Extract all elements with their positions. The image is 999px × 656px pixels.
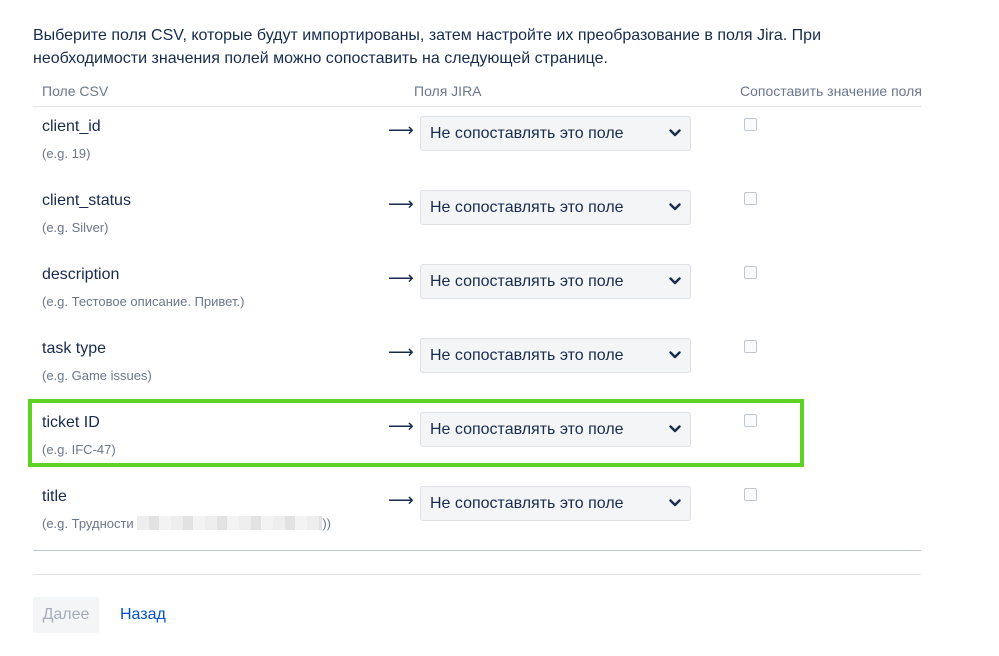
csv-field-example: (e.g. IFC-47): [42, 442, 116, 457]
redacted-text: [137, 516, 323, 530]
jira-field-select[interactable]: Не сопоставлять это поле: [420, 190, 691, 225]
header-divider: [33, 106, 921, 107]
footer-divider: [33, 574, 921, 575]
csv-field-example: (e.g. Game issues): [42, 368, 152, 383]
select-value: Не сопоставлять это поле: [430, 199, 624, 216]
select-value: Не сопоставлять это поле: [430, 495, 624, 512]
map-value-checkbox[interactable]: [744, 340, 757, 353]
csv-field-name: task type: [42, 340, 107, 357]
csv-field-example: (e.g. Silver): [42, 220, 109, 235]
jira-field-select[interactable]: Не сопоставлять это поле: [420, 264, 691, 299]
mapping-row-task-type: task type (e.g. Game issues) ⟶ Не сопост…: [33, 330, 921, 404]
map-value-checkbox[interactable]: [744, 118, 757, 131]
mapping-row-client-id: client_id (e.g. 19) ⟶ Не сопоставлять эт…: [33, 108, 921, 182]
csv-field-name: description: [42, 266, 120, 283]
mapping-row-title: title (e.g. Трудности )) ⟶ Не сопоставля…: [33, 478, 921, 552]
table-bottom-divider: [33, 550, 921, 551]
next-button[interactable]: Далее: [33, 597, 99, 633]
arrow-icon: ⟶: [388, 342, 414, 362]
mapping-row-ticket-id: ticket ID (e.g. IFC-47) ⟶ Не сопоставлят…: [33, 404, 921, 478]
csv-field-name: ticket ID: [42, 414, 100, 431]
chevron-down-icon: [669, 203, 681, 211]
select-value: Не сопоставлять это поле: [430, 273, 624, 290]
chevron-down-icon: [669, 351, 681, 359]
example-suffix: )): [322, 516, 331, 531]
csv-field-name: client_status: [42, 192, 131, 209]
csv-field-example: (e.g. 19): [42, 146, 91, 161]
map-value-checkbox[interactable]: [744, 192, 757, 205]
example-prefix: (e.g. Трудности: [42, 516, 134, 531]
arrow-icon: ⟶: [388, 490, 414, 510]
csv-field-example: (e.g. Трудности )): [42, 516, 331, 531]
chevron-down-icon: [669, 499, 681, 507]
chevron-down-icon: [669, 129, 681, 137]
jira-field-select[interactable]: Не сопоставлять это поле: [420, 116, 691, 151]
jira-field-select[interactable]: Не сопоставлять это поле: [420, 412, 691, 447]
map-value-checkbox[interactable]: [744, 266, 757, 279]
intro-text: Выберите поля CSV, которые будут импорти…: [33, 27, 822, 67]
mapping-row-description: description (e.g. Тестовое описание. При…: [33, 256, 921, 330]
header-jira-fields: Поля JIRA: [414, 83, 482, 99]
arrow-icon: ⟶: [388, 194, 414, 214]
chevron-down-icon: [669, 277, 681, 285]
select-value: Не сопоставлять это поле: [430, 421, 624, 438]
select-value: Не сопоставлять это поле: [430, 347, 624, 364]
map-value-checkbox[interactable]: [744, 488, 757, 501]
jira-field-select[interactable]: Не сопоставлять это поле: [420, 338, 691, 373]
back-link[interactable]: Назад: [120, 606, 166, 624]
arrow-icon: ⟶: [388, 120, 414, 140]
arrow-icon: ⟶: [388, 416, 414, 436]
select-value: Не сопоставлять это поле: [430, 125, 624, 142]
csv-field-name: client_id: [42, 118, 101, 135]
map-value-checkbox[interactable]: [744, 414, 757, 427]
header-csv-field: Поле CSV: [42, 83, 109, 99]
mapping-row-client-status: client_status (e.g. Silver) ⟶ Не сопоста…: [33, 182, 921, 256]
csv-field-name: title: [42, 488, 67, 505]
arrow-icon: ⟶: [388, 268, 414, 288]
chevron-down-icon: [669, 425, 681, 433]
csv-field-example: (e.g. Тестовое описание. Привет.): [42, 294, 245, 309]
jira-field-select[interactable]: Не сопоставлять это поле: [420, 486, 691, 521]
header-map-value: Сопоставить значение поля: [740, 83, 922, 99]
